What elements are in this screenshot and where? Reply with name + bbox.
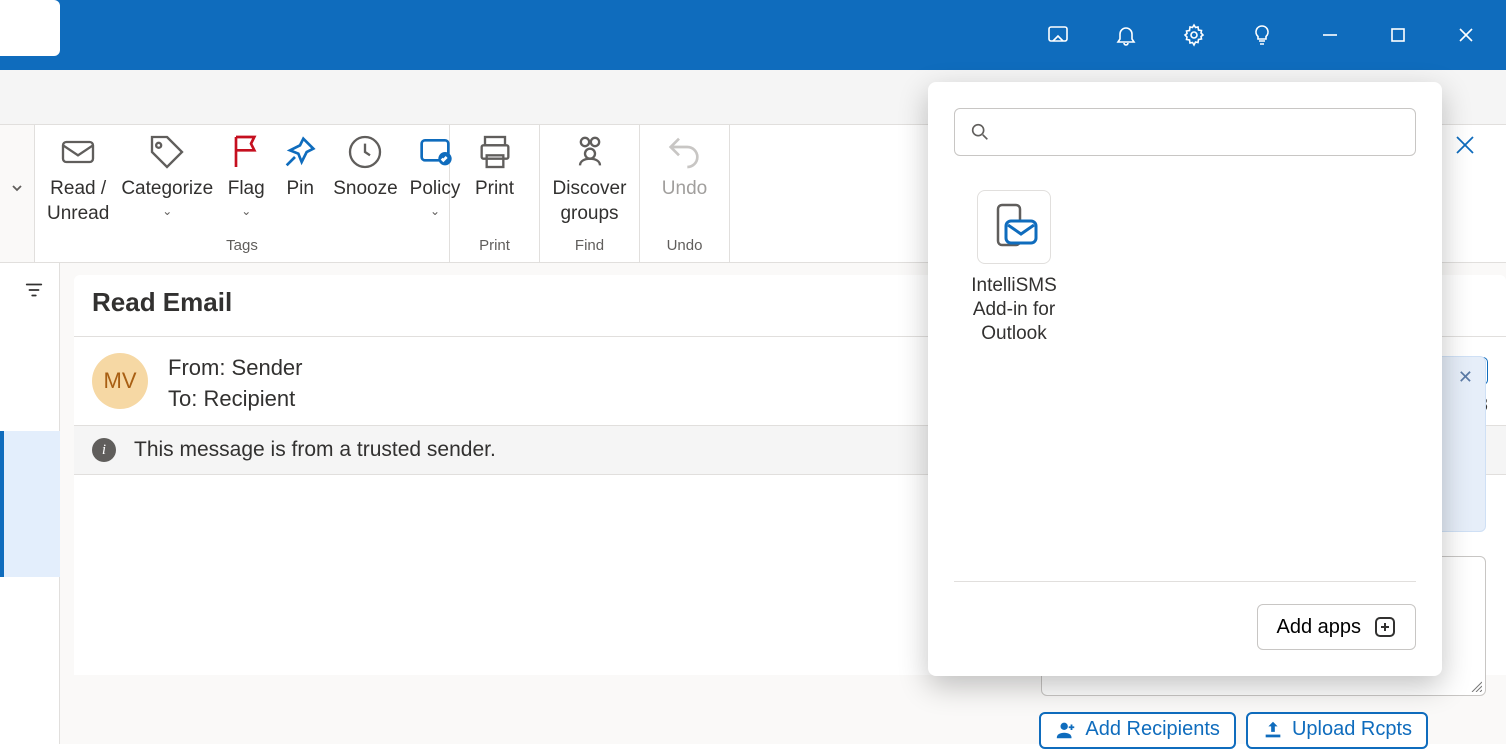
print-label: Print: [475, 177, 514, 202]
chevron-down-icon: ⌄: [162, 204, 172, 220]
chevron-down-icon: ⌄: [430, 204, 440, 220]
gear-icon[interactable]: [1182, 23, 1206, 47]
panel-card-close-icon[interactable]: ✕: [1458, 367, 1473, 388]
resize-handle-icon[interactable]: [1470, 680, 1482, 692]
read-unread-label: Read / Unread: [47, 177, 109, 226]
lightbulb-icon[interactable]: [1250, 23, 1274, 47]
approvals-icon[interactable]: [1046, 23, 1070, 47]
ribbon-group-undo: Undo: [640, 237, 729, 257]
categorize-button[interactable]: Categorize ⌄: [115, 129, 219, 237]
ribbon-group-print: Print: [450, 237, 539, 257]
minimize-icon[interactable]: [1318, 23, 1342, 47]
bell-icon[interactable]: [1114, 23, 1138, 47]
categorize-label: Categorize: [121, 177, 213, 202]
add-recipients-button[interactable]: Add Recipients: [1039, 712, 1236, 749]
upload-rcpts-label: Upload Rcpts: [1292, 718, 1412, 741]
add-apps-label: Add apps: [1276, 616, 1361, 639]
people-icon: [569, 131, 611, 173]
side-panel-close-icon[interactable]: [1454, 134, 1476, 156]
ribbon-group-tags: Tags: [35, 237, 449, 257]
flag-button[interactable]: Flag ⌄: [219, 129, 273, 237]
info-icon: i: [92, 438, 116, 462]
apps-search-input[interactable]: [999, 122, 1401, 143]
flag-label: Flag: [228, 177, 265, 202]
selected-message-bar: [0, 431, 4, 577]
message-list-stub: [0, 263, 60, 744]
print-icon: [474, 131, 516, 173]
discover-groups-button[interactable]: Discover groups: [547, 129, 633, 237]
apps-popup-divider: [954, 581, 1416, 582]
avatar: MV: [92, 353, 148, 409]
print-button[interactable]: Print: [468, 129, 522, 237]
app-item-label: IntelliSMS Add-in for Outlook: [954, 274, 1074, 345]
discover-label: Discover groups: [553, 177, 627, 226]
clock-icon: [344, 131, 386, 173]
app-item-intellisms[interactable]: IntelliSMS Add-in for Outlook: [954, 190, 1074, 345]
envelope-icon: [57, 131, 99, 173]
pin-icon: [279, 131, 321, 173]
tag-icon: [146, 131, 188, 173]
maximize-icon[interactable]: [1386, 23, 1410, 47]
read-unread-button[interactable]: Read / Unread: [41, 129, 115, 237]
close-icon[interactable]: [1454, 23, 1478, 47]
upload-rcpts-button[interactable]: Upload Rcpts: [1246, 712, 1428, 749]
undo-button[interactable]: Undo: [656, 129, 713, 237]
ribbon-group-find: Find: [540, 237, 639, 257]
pin-button[interactable]: Pin: [273, 129, 327, 237]
trusted-sender-text: This message is from a trusted sender.: [134, 438, 496, 462]
ribbon-left-stub[interactable]: [0, 125, 35, 262]
pin-label: Pin: [286, 177, 313, 202]
selected-message-highlight: [0, 431, 60, 577]
title-search-pill: [0, 0, 60, 56]
intellisms-icon: [977, 190, 1051, 264]
add-apps-button[interactable]: Add apps: [1257, 604, 1416, 650]
apps-search[interactable]: [954, 108, 1416, 156]
search-icon: [969, 121, 991, 143]
plus-square-icon: [1373, 615, 1397, 639]
flag-icon: [225, 131, 267, 173]
snooze-label: Snooze: [333, 177, 397, 202]
chevron-down-icon: ⌄: [241, 204, 251, 220]
snooze-button[interactable]: Snooze: [327, 129, 403, 237]
add-recipients-label: Add Recipients: [1085, 718, 1220, 741]
undo-icon: [663, 131, 705, 173]
filter-icon[interactable]: [23, 279, 45, 301]
apps-popup: IntelliSMS Add-in for Outlook Add apps: [928, 82, 1442, 676]
undo-label: Undo: [662, 177, 707, 202]
